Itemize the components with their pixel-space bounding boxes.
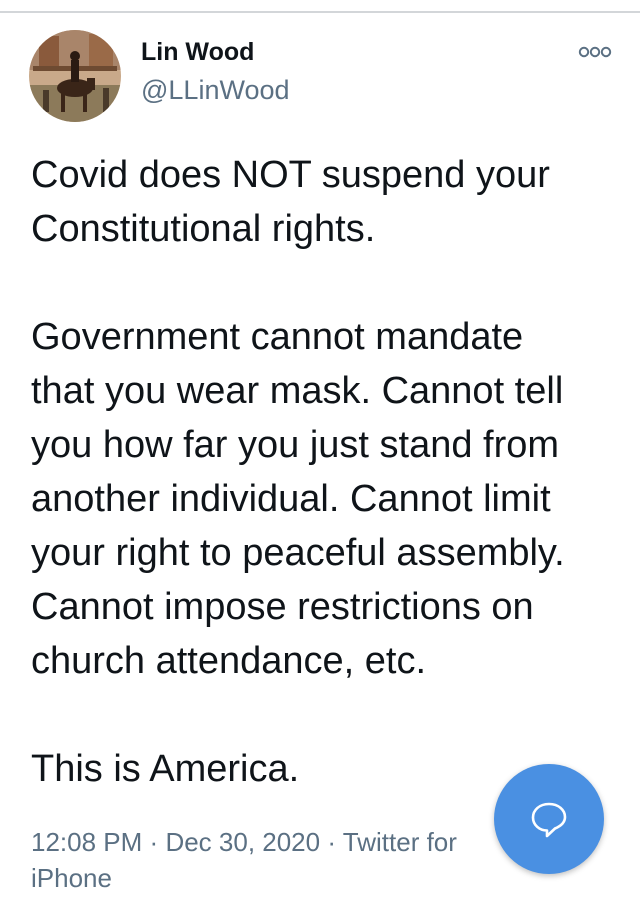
tweet-date[interactable]: Dec 30, 2020 [165,827,320,857]
user-handle[interactable]: @LLinWood [141,75,290,106]
avatar[interactable] [29,30,121,122]
avatar-horse-rider [29,30,121,122]
tweet: Lin Wood @LLinWood Covid does NOT suspen… [0,0,640,910]
tweet-source-continued[interactable]: iPhone [31,860,112,896]
tweet-time[interactable]: 12:08 PM [31,827,142,857]
tweet-text: Covid does NOT suspend your Constitution… [31,148,621,796]
tweet-text-line: that you wear mask. Cannot tell [31,370,564,412]
tweet-text-line: Constitutional rights. [31,208,376,250]
tweet-source[interactable]: Twitter for [343,827,457,857]
tweet-text-line: your right to peaceful assembly. [31,532,565,574]
tweet-text-line: Cannot impose restrictions on [31,586,534,628]
meta-separator: · [149,827,159,857]
tweet-text-line: you how far you just stand from [31,424,560,466]
display-name[interactable]: Lin Wood [141,38,254,67]
tweet-text-line: another individual. Cannot limit [31,478,551,520]
tweet-text-line: Covid does NOT suspend your [31,154,550,196]
reply-bubble-icon [531,802,567,838]
tweet-meta: 12:08 PM · Dec 30, 2020 · Twitter for [31,824,511,860]
reply-button[interactable] [494,764,604,874]
more-icon[interactable] [578,44,612,60]
meta-separator: · [327,827,337,857]
tweet-text-line: Government cannot mandate [31,316,524,358]
tweet-text-line: church attendance, etc. [31,640,427,682]
